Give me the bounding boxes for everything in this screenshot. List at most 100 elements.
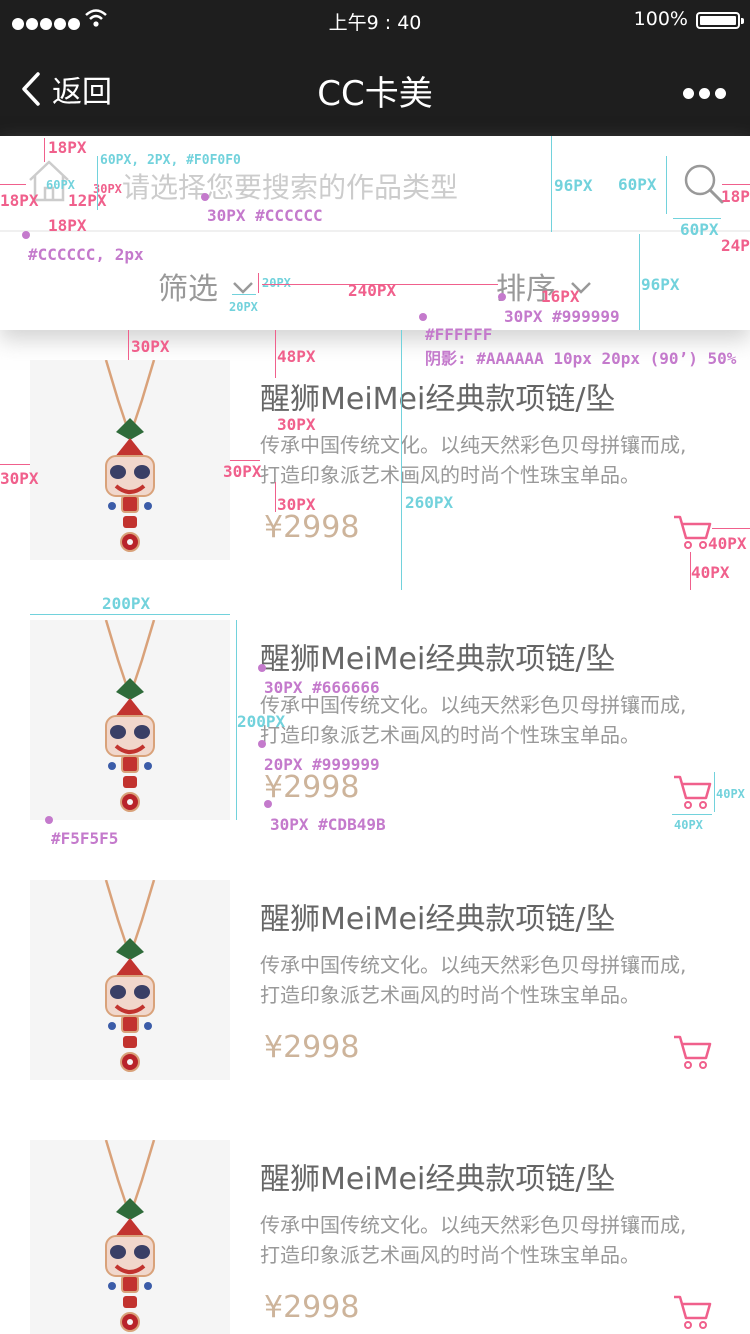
top-bar: 上午9 : 40 100% 返回 CC卡美 — [0, 0, 750, 136]
spec-line — [401, 330, 402, 590]
spec-label: 20PX — [262, 276, 291, 290]
spec-line — [30, 614, 230, 615]
spec-label: 40PX — [716, 787, 745, 801]
ellipsis-icon — [678, 84, 726, 103]
search-icon[interactable] — [682, 162, 726, 210]
add-to-cart-button[interactable] — [672, 1032, 712, 1072]
spec-label: 20PX — [229, 300, 258, 314]
product-item[interactable]: 醒狮MeiMei经典款项链/坠 传承中国传统文化。以纯天然彩色贝母拼镶而成, 打… — [0, 330, 750, 590]
cart-icon — [672, 775, 712, 810]
spec-label: #FFFFFF — [425, 325, 493, 344]
spec-line — [258, 273, 259, 293]
spec-label: 40PX — [708, 534, 747, 553]
spec-line — [712, 528, 750, 529]
spec-label: 200PX — [102, 594, 151, 613]
spec-dot — [258, 664, 266, 672]
product-name[interactable]: 醒狮MeiMei经典款项链/坠 — [260, 894, 615, 938]
spec-label: #CCCCCC, 2px — [28, 245, 144, 264]
product-name[interactable]: 醒狮MeiMei经典款项链/坠 — [260, 634, 615, 678]
product-image[interactable] — [30, 358, 230, 560]
product-item[interactable]: 醒狮MeiMei经典款项链/坠 传承中国传统文化。以纯天然彩色贝母拼镶而成, 打… — [0, 590, 750, 850]
spec-dot — [258, 740, 266, 748]
spec-line — [0, 464, 30, 465]
product-desc-line: 打造印象派艺术画风的时尚个性珠宝单品。 — [260, 723, 640, 747]
spec-label: 40PX — [691, 563, 730, 582]
spec-dot — [201, 193, 209, 201]
spec-label: 30PX #666666 — [264, 678, 380, 697]
spec-line — [232, 294, 256, 295]
spec-label: 60PX — [46, 178, 75, 192]
spec-line — [275, 330, 276, 378]
spec-line — [275, 482, 276, 512]
spec-dot — [22, 231, 30, 239]
spec-dot — [45, 816, 53, 824]
page-title: CC卡美 — [317, 74, 433, 114]
product-name[interactable]: 醒狮MeiMei经典款项链/坠 — [260, 374, 615, 418]
spec-line — [230, 460, 260, 461]
spec-label: 60PX — [680, 220, 719, 239]
spec-label: 30PX #CCCCCC — [207, 206, 323, 225]
more-button[interactable] — [678, 84, 726, 103]
add-to-cart-button[interactable] — [672, 772, 712, 812]
battery-percent: 100% — [633, 8, 688, 30]
search-input[interactable]: 请选择您要搜索的作品类型 — [122, 166, 458, 206]
product-desc-line: 传承中国传统文化。以纯天然彩色贝母拼镶而成, — [260, 1213, 687, 1237]
add-to-cart-button[interactable] — [672, 512, 712, 552]
spec-line — [551, 136, 552, 232]
spec-label: 30PX — [277, 415, 316, 434]
product-price: ¥2998 — [264, 770, 360, 805]
filter-label: 筛选 — [158, 272, 218, 307]
spec-label: 18PX — [48, 216, 87, 235]
spec-label: 16PX — [541, 287, 580, 306]
product-image[interactable] — [30, 878, 230, 1080]
cart-icon — [672, 515, 712, 550]
cart-icon — [672, 1295, 712, 1330]
cart-icon — [672, 1035, 712, 1070]
spec-label: 30PX — [223, 462, 262, 481]
product-description: 传承中国传统文化。以纯天然彩色贝母拼镶而成, 打造印象派艺术画风的时尚个性珠宝单… — [260, 950, 700, 1010]
product-desc-line: 传承中国传统文化。以纯天然彩色贝母拼镶而成, — [260, 953, 687, 977]
product-price: ¥2998 — [264, 510, 360, 545]
product-desc-line: 打造印象派艺术画风的时尚个性珠宝单品。 — [260, 463, 640, 487]
spec-label: 30PX — [277, 495, 316, 514]
battery-icon — [696, 12, 744, 29]
spec-label: 阴影: #AAAAAA 10px 20px (90’) 50% — [425, 349, 737, 368]
spec-label: 30PX #999999 — [504, 307, 620, 326]
chevron-down-icon — [233, 282, 253, 294]
spec-dot — [419, 313, 427, 321]
spec-label: 18PX — [0, 191, 39, 210]
spec-line — [673, 218, 721, 219]
spec-line — [722, 184, 750, 185]
spec-label: 30PX #CDB49B — [270, 815, 386, 834]
spec-line — [666, 156, 667, 214]
spec-label: 48PX — [277, 347, 316, 366]
product-item[interactable]: 醒狮MeiMei经典款项链/坠 传承中国传统文化。以纯天然彩色贝母拼镶而成, 打… — [0, 850, 750, 1110]
spec-label: 30PX — [131, 337, 170, 356]
spec-label: #F5F5F5 — [51, 829, 119, 848]
add-to-cart-button[interactable] — [672, 1292, 712, 1332]
product-price: ¥2998 — [264, 1290, 360, 1325]
status-bar: 上午9 : 40 100% — [0, 0, 750, 40]
product-price: ¥2998 — [264, 1030, 360, 1065]
spec-line — [672, 814, 712, 815]
product-name[interactable]: 醒狮MeiMei经典款项链/坠 — [260, 1154, 615, 1198]
spec-line — [0, 184, 26, 185]
spec-line — [44, 138, 45, 162]
spec-label: 96PX — [641, 275, 680, 294]
spec-label: 96PX — [554, 176, 593, 195]
spec-dot — [264, 800, 272, 808]
product-image[interactable] — [30, 1138, 230, 1334]
product-description: 传承中国传统文化。以纯天然彩色贝母拼镶而成, 打造印象派艺术画风的时尚个性珠宝单… — [260, 430, 700, 490]
product-item[interactable]: 醒狮MeiMei经典款项链/坠 传承中国传统文化。以纯天然彩色贝母拼镶而成, 打… — [0, 1110, 750, 1334]
product-desc-line: 传承中国传统文化。以纯天然彩色贝母拼镶而成, — [260, 433, 687, 457]
spec-label: 200PX — [237, 712, 286, 731]
spec-line — [714, 772, 715, 812]
spec-label: 24PX — [721, 236, 750, 255]
spec-label: 240PX — [348, 281, 397, 300]
product-image[interactable] — [30, 618, 230, 820]
spec-dot — [498, 293, 506, 301]
product-desc-line: 打造印象派艺术画风的时尚个性珠宝单品。 — [260, 983, 640, 1007]
spec-label: 60PX, 2PX, #F0F0F0 — [100, 153, 241, 168]
spec-line — [639, 234, 640, 330]
spec-label: 40PX — [674, 818, 703, 832]
